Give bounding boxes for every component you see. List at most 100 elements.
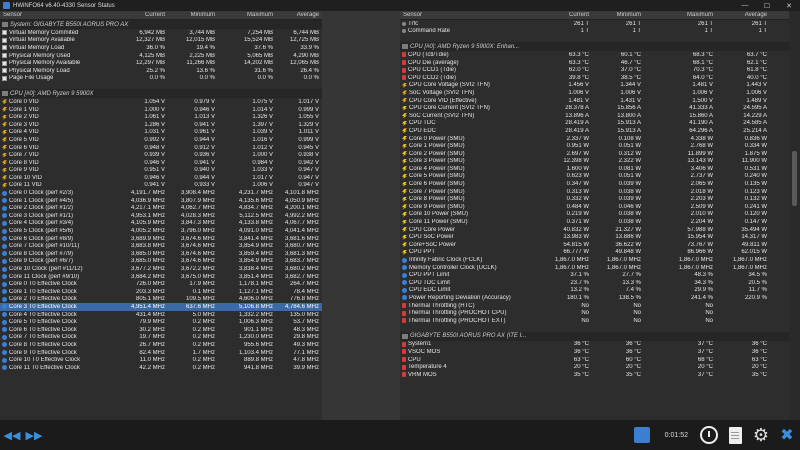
- sensor-row[interactable]: Core 3 Power (SMU) 12.398 W 2.322 W 13.143 …: [400, 158, 789, 166]
- sensor-row[interactable]: Core 1 Clock (perf #4/5) 4,036.9 MHz 3,807…: [0, 197, 322, 205]
- sensor-row[interactable]: Core 9 T0 Effective Clock 82.4 MHz 1.7 MHz…: [0, 349, 322, 357]
- sensor-row[interactable]: Core 0 T0 Effective Clock 726.0 MHz 17.9 M…: [0, 280, 322, 288]
- sensor-row[interactable]: Core 7 Clock (perf #10/11) 3,683.8 MHz 3,6…: [0, 242, 322, 250]
- sensor-row[interactable]: Core 11 T0 Effective Clock 42.2 MHz 0.2 MH…: [0, 364, 322, 372]
- sensor-row[interactable]: SoC Voltage (SVI2 TFN) 1.006 V 1.006 V 1.00…: [400, 89, 789, 97]
- sensor-row[interactable]: Core 6 VID 0.948 V 0.912 V 1.012 V 0.945 V: [0, 144, 322, 152]
- sensor-row[interactable]: Core 6 T0 Effective Clock 30.2 MHz 0.2 MHz…: [0, 326, 322, 334]
- sensor-row[interactable]: CPU 63 °C 60 °C 68 °C 63 °C: [400, 356, 789, 364]
- next-arrows-icon[interactable]: ▶▶: [24, 428, 44, 442]
- col-minimum[interactable]: Minimum: [592, 12, 644, 18]
- sensor-row[interactable]: Core 1 Power (SMU) 0.951 W 0.051 W 2.768 W 0…: [400, 142, 789, 150]
- sensor-row[interactable]: Core 1 T0 Effective Clock 203.3 MHz 0.1 MH…: [0, 288, 322, 296]
- sensor-row[interactable]: Thermal Throttling (PROCHOT CPU) No No No: [400, 309, 789, 317]
- sensor-row[interactable]: Core 5 Power (SMU) 0.623 W 0.051 W 2.737 W 0…: [400, 173, 789, 181]
- sensor-row[interactable]: Core 4 Clock (perf #3/4) 4,105.9 MHz 3,847…: [0, 220, 322, 228]
- col-average[interactable]: Average: [276, 12, 322, 18]
- sensor-row[interactable]: System1 36 °C 36 °C 37 °C 36 °C: [400, 341, 789, 349]
- col-current[interactable]: Current: [540, 12, 592, 18]
- sensor-row[interactable]: Core 0 VID 1.054 V 0.979 V 1.075 V 1.017 V: [0, 98, 322, 106]
- sensor-row[interactable]: Command Rate 1 T 1 T 1 T 1 T: [400, 28, 789, 36]
- scrollbar-thumb[interactable]: [792, 151, 797, 206]
- col-sensor[interactable]: Sensor: [400, 12, 540, 18]
- col-maximum[interactable]: Maximum: [644, 12, 716, 18]
- sensor-row[interactable]: CPU PPT 66.777 W 49.848 W 86.966 W 62.015 W: [400, 249, 789, 257]
- sensor-row[interactable]: Core 11 Power (SMU) 0.371 W 0.038 W 2.204 W…: [400, 218, 789, 226]
- sensor-row[interactable]: CPU TDC 28.419 A 15.913 A 41.190 A 24.585 A: [400, 120, 789, 128]
- sensor-row[interactable]: CPU CCD1 (Tdie) 62.0 °C 37.0 °C 70.3 °C 61.8…: [400, 66, 789, 74]
- sensor-row[interactable]: Core 3 VID 1.286 V 0.941 V 1.397 V 1.329 V: [0, 121, 322, 129]
- sensor-row[interactable]: SoC Current (SVI2 TFN) 13.896 A 13.800 A 15…: [400, 112, 789, 120]
- sensor-row[interactable]: Core 6 Clock (perf #8/9) 3,689.9 MHz 3,674…: [0, 235, 322, 243]
- sensor-row[interactable]: Physical Memory Used 4,125 MB 2,225 MB 5,06…: [0, 52, 322, 60]
- sensor-row[interactable]: Core 6 Power (SMU) 0.347 W 0.039 W 2.065 W 0…: [400, 180, 789, 188]
- sensor-row[interactable]: Core 0 Power (SMU) 2.337 W 0.108 W 4.338 W 0…: [400, 135, 789, 143]
- maximize-button[interactable]: ☐: [756, 0, 778, 11]
- network-icon[interactable]: [631, 424, 653, 446]
- minimize-button[interactable]: —: [734, 0, 756, 11]
- col-sensor[interactable]: Sensor: [0, 12, 122, 18]
- sensor-row[interactable]: CPU Die (average) 63.3 °C 46.7 °C 68.1 °C 62…: [400, 59, 789, 67]
- sensor-row[interactable]: Page File Usage 0.0 % 0.0 % 0.0 % 0.0 %: [0, 75, 322, 83]
- col-current[interactable]: Current: [122, 12, 168, 18]
- sensor-group-header[interactable]: GIGABYTE B550I AORUS PRO AX (ITE I...: [400, 331, 789, 341]
- sensor-group-header[interactable]: CPU [#0]: AMD Ryzen 9 5900X: [0, 89, 322, 99]
- sensor-row[interactable]: VSOC MOS 36 °C 36 °C 37 °C 36 °C: [400, 348, 789, 356]
- sensor-row[interactable]: CPU Core Current (SVI2 TFN) 28.378 A 15.85…: [400, 104, 789, 112]
- sensor-row[interactable]: Core 11 Clock (perf #9/10) 3,684.2 MHz 3,6…: [0, 273, 322, 281]
- close-window-button[interactable]: ✕: [778, 0, 800, 11]
- sensor-row[interactable]: Core 2 T0 Effective Clock 805.1 MHz 109.5 …: [0, 296, 322, 304]
- sensor-row[interactable]: Core 4 Power (SMU) 1.600 W 0.081 W 3.406 W 0…: [400, 165, 789, 173]
- sensor-row[interactable]: Core 0 Clock (perf #2/3) 4,191.7 MHz 3,908…: [0, 189, 322, 197]
- col-maximum[interactable]: Maximum: [218, 12, 276, 18]
- sensor-row[interactable]: CPU Core VID (Effective) 1.481 V 1.431 V 1.…: [400, 97, 789, 105]
- close-icon[interactable]: ✖: [776, 424, 798, 446]
- sensor-row[interactable]: CPU Core Voltage (SVI2 TFN) 1.456 V 1.344 …: [400, 82, 789, 90]
- sensor-row[interactable]: CPU SoC Power 13.983 W 13.886 W 15.954 W 14.…: [400, 233, 789, 241]
- sensor-row[interactable]: Temperature 4 20 °C 20 °C 20 °C 20 °C: [400, 363, 789, 371]
- sensor-row[interactable]: Memory Controller Clock (UCLK) 1,867.0 MH…: [400, 264, 789, 272]
- sensor-row[interactable]: Core 8 VID 0.946 V 0.941 V 0.984 V 0.942 V: [0, 159, 322, 167]
- sensor-row[interactable]: Infinity Fabric Clock (FCLK) 1,867.0 MHz 1…: [400, 256, 789, 264]
- sensor-row[interactable]: Virtual Memory Available 12,327 MB 12,015 …: [0, 37, 322, 45]
- sensor-row[interactable]: CPU Core Power 40.832 W 21.327 W 57.988 W 35…: [400, 226, 789, 234]
- sensor-row[interactable]: Core 1 VID 1.000 V 0.946 V 1.014 V 0.999 V: [0, 106, 322, 114]
- sensor-row[interactable]: Core 7 Power (SMU) 0.313 W 0.038 W 2.018 W 0…: [400, 188, 789, 196]
- sensor-row[interactable]: Core 5 T0 Effective Clock 79.9 MHz 0.2 MHz…: [0, 318, 322, 326]
- sensor-row[interactable]: Core 10 VID 0.946 V 0.944 V 1.017 V 0.947 V: [0, 174, 322, 182]
- sensor-row[interactable]: Physical Memory Available 12,297 MB 11,266…: [0, 59, 322, 67]
- sensor-row[interactable]: CPU TDC Limit 23.7 % 13.3 % 34.3 % 20.5 %: [400, 279, 789, 287]
- sensor-row[interactable]: Core+SoC Power 54.815 W 36.622 W 73.767 W 49…: [400, 241, 789, 249]
- sensor-row[interactable]: Core 9 VID 0.951 V 0.940 V 1.033 V 0.947 V: [0, 167, 322, 175]
- sensor-row[interactable]: VRM MOS 35 °C 35 °C 37 °C 35 °C: [400, 371, 789, 379]
- sensor-row[interactable]: CPU EDC 28.419 A 15.913 A 64.296 A 25.214 A: [400, 127, 789, 135]
- sensor-row[interactable]: Core 2 VID 1.061 V 1.013 V 1.326 V 1.055 V: [0, 113, 322, 121]
- sensor-row[interactable]: CPU CCD2 (Tdie) 39.8 °C 38.5 °C 64.0 °C 40.0…: [400, 74, 789, 82]
- sensor-row[interactable]: Core 9 Clock (perf #6/7) 3,685.0 MHz 3,674…: [0, 258, 322, 266]
- sensor-row[interactable]: CPU EDC Limit 13.2 % 7.4 % 29.9 % 11.7 %: [400, 287, 789, 295]
- sensor-row[interactable]: CPU PPT Limit 37.1 % 27.7 % 48.3 % 34.5 %: [400, 271, 789, 279]
- sensor-row[interactable]: Virtual Memory Commited 6,942 MB 3,744 MB 7…: [0, 29, 322, 37]
- clock-icon[interactable]: [698, 424, 720, 446]
- sensor-row[interactable]: Core 2 Power (SMU) 2.697 W 0.312 W 11.899 W…: [400, 150, 789, 158]
- prev-arrows-icon[interactable]: ◀◀: [2, 428, 22, 442]
- sensor-row[interactable]: Core 10 Power (SMU) 0.219 W 0.038 W 2.010 W…: [400, 211, 789, 219]
- col-average[interactable]: Average: [716, 12, 770, 18]
- sensor-row[interactable]: Core 8 Power (SMU) 0.332 W 0.039 W 2.203 W 0…: [400, 195, 789, 203]
- sensor-row[interactable]: Core 4 VID 1.031 V 0.961 V 1.039 V 1.011 V: [0, 129, 322, 137]
- report-icon[interactable]: [724, 424, 746, 446]
- right-scrollbar[interactable]: [789, 11, 800, 420]
- sensor-row[interactable]: Virtual Memory Load 36.0 % 19.4 % 37.6 % 33.…: [0, 44, 322, 52]
- sensor-row[interactable]: Core 3 T0 Effective Clock 4,951.4 MHz 637.…: [0, 303, 322, 311]
- sensor-row[interactable]: Core 2 Clock (perf #1/2) 4,217.1 MHz 4,062…: [0, 204, 322, 212]
- sensor-group-header[interactable]: System: GIGABYTE B550I AORUS PRO AX: [0, 20, 322, 29]
- sensor-row[interactable]: Core 9 Power (SMU) 0.484 W 0.046 W 2.509 W 0…: [400, 203, 789, 211]
- sensor-row[interactable]: Core 8 Clock (perf #7/9) 3,685.0 MHz 3,674…: [0, 250, 322, 258]
- sensor-row[interactable]: Core 7 VID 0.939 V 0.936 V 1.000 V 0.938 V: [0, 151, 322, 159]
- sensor-row[interactable]: Power Reporting Deviation (Accuracy) 180.…: [400, 294, 789, 302]
- col-minimum[interactable]: Minimum: [168, 12, 218, 18]
- sensor-row[interactable]: Core 3 Clock (perf #1/1) 4,953.1 MHz 4,028…: [0, 212, 322, 220]
- sensor-row[interactable]: Core 8 T0 Effective Clock 26.7 MHz 0.2 MHz…: [0, 341, 322, 349]
- right-sensor-pane[interactable]: Sensor Current Minimum Maximum Average T…: [400, 11, 789, 420]
- sensor-row[interactable]: Core 10 T0 Effective Clock 11.0 MHz 0.2 MH…: [0, 356, 322, 364]
